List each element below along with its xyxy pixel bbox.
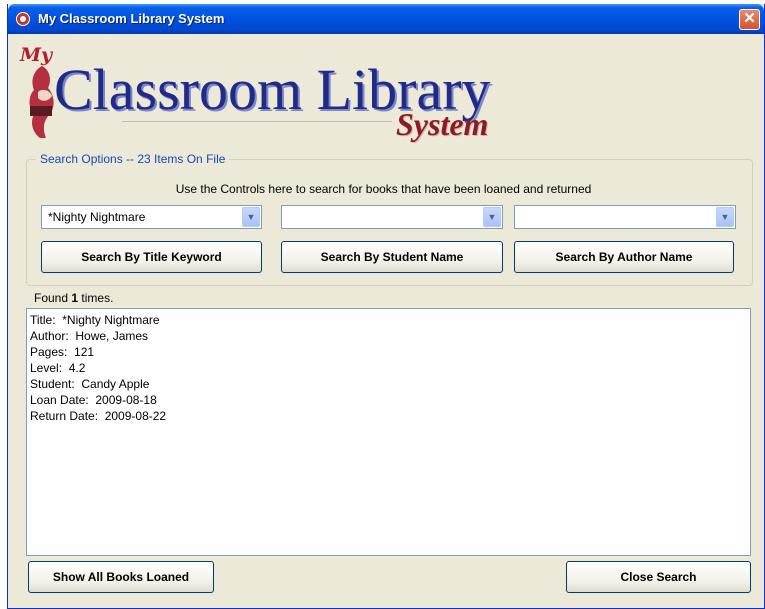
- chevron-down-icon[interactable]: ▼: [242, 207, 260, 227]
- search-by-author-button[interactable]: Search By Author Name: [514, 241, 734, 273]
- result-return-date: Return Date: 2009-08-22: [30, 409, 167, 423]
- found-count: 1: [71, 291, 79, 305]
- app-window: My Classroom Library System ✕ My Classro…: [7, 4, 765, 609]
- result-author: Author: Howe, James: [30, 329, 149, 343]
- result-pages: Pages: 121: [30, 345, 95, 359]
- result-title: Title: *Nighty Nightmare: [30, 313, 160, 327]
- student-name-combo[interactable]: ▼: [281, 205, 503, 229]
- app-logo: My Classroom Library System: [18, 44, 538, 146]
- heart-icon: [16, 12, 30, 26]
- title-keyword-combo[interactable]: *Nighty Nightmare ▼: [41, 205, 262, 229]
- result-level: Level: 4.2: [30, 361, 86, 375]
- close-search-button[interactable]: Close Search: [566, 561, 751, 593]
- found-count-label: Found 1 times.: [34, 291, 113, 305]
- result-student: Student: Candy Apple: [30, 377, 150, 391]
- search-instruction: Use the Controls here to search for book…: [175, 182, 592, 196]
- author-name-combo[interactable]: ▼: [514, 205, 736, 229]
- results-textarea[interactable]: Title: *Nighty Nightmare Author: Howe, J…: [26, 308, 751, 556]
- result-loan-date: Loan Date: 2009-08-18: [30, 393, 157, 407]
- chevron-down-icon[interactable]: ▼: [716, 207, 734, 227]
- show-all-books-button[interactable]: Show All Books Loaned: [28, 561, 214, 593]
- found-prefix: Found: [34, 291, 69, 305]
- found-suffix: times.: [81, 291, 114, 305]
- logo-divider: [122, 121, 392, 122]
- search-by-title-button[interactable]: Search By Title Keyword: [41, 241, 262, 273]
- close-window-button[interactable]: ✕: [739, 9, 760, 30]
- search-by-student-button[interactable]: Search By Student Name: [281, 241, 503, 273]
- title-bar[interactable]: My Classroom Library System ✕: [8, 4, 764, 34]
- logo-sub-text: System: [396, 106, 489, 142]
- title-keyword-value: *Nighty Nightmare: [48, 210, 146, 224]
- logo-my-text: My: [20, 44, 53, 66]
- window-title: My Classroom Library System: [38, 11, 225, 26]
- chevron-down-icon[interactable]: ▼: [483, 207, 501, 227]
- search-options-legend: Search Options -- 23 Items On File: [36, 152, 230, 166]
